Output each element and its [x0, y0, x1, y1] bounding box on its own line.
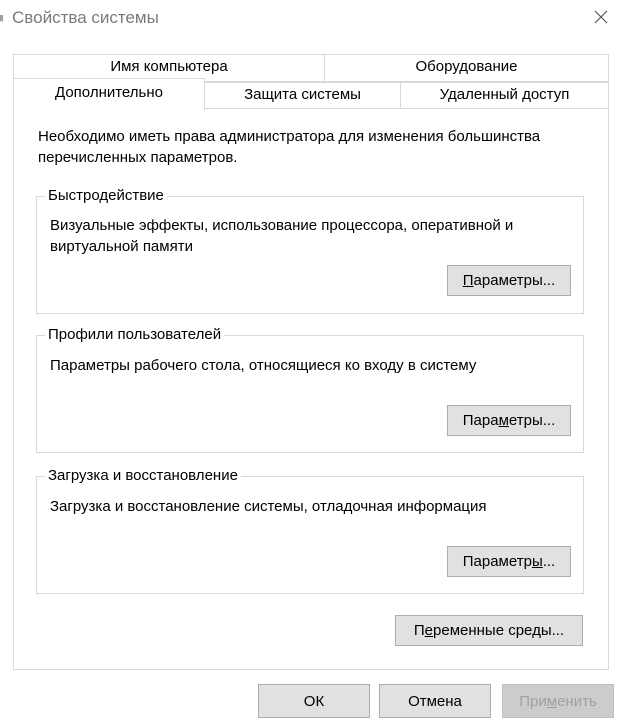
group-title: Загрузка и восстановление: [45, 466, 241, 486]
tab-label: Имя компьютера: [110, 58, 228, 75]
performance-settings-button[interactable]: Параметры...: [447, 265, 571, 296]
tab-system-protection[interactable]: Защита системы: [204, 82, 401, 109]
button-label: ОК: [303, 693, 325, 710]
access-key: П: [462, 272, 474, 289]
button-label: Отмена: [408, 693, 462, 710]
apply-button[interactable]: Применить: [502, 684, 614, 718]
tab-label: Дополнительно: [55, 84, 163, 101]
close-button[interactable]: [588, 4, 614, 30]
access-key: е: [424, 622, 434, 639]
button-label: Параметр: [462, 553, 532, 570]
title-bar: ■ Свойства системы: [0, 0, 620, 36]
user-profiles-settings-button[interactable]: Параметры...: [447, 405, 571, 436]
performance-group: Быстродействие Визуальные эффекты, испол…: [36, 186, 584, 314]
button-label: ременные среды...: [433, 622, 565, 639]
button-label: П: [413, 622, 425, 639]
group-description: Визуальные эффекты, использование процес…: [50, 217, 514, 255]
access-key: м: [546, 693, 558, 710]
button-label: При: [519, 693, 547, 710]
tab-hardware[interactable]: Оборудование: [324, 54, 609, 82]
close-icon: [594, 10, 608, 24]
button-label: енить: [557, 693, 597, 710]
ok-button[interactable]: ОК: [258, 684, 370, 718]
startup-recovery-settings-button[interactable]: Параметры...: [447, 546, 571, 577]
cancel-button[interactable]: Отмена: [379, 684, 491, 718]
tab-label: Оборудование: [415, 58, 518, 75]
group-description: Параметры рабочего стола, относящиеся ко…: [50, 357, 477, 374]
button-label: ...: [542, 553, 556, 570]
group-title: Быстродействие: [45, 186, 167, 206]
startup-recovery-group: Загрузка и восстановление Загрузка и вос…: [36, 466, 584, 594]
tab-remote-access[interactable]: Удаленный доступ: [400, 82, 609, 109]
group-description: Загрузка и восстановление системы, отлад…: [50, 498, 487, 515]
user-profiles-group: Профили пользователей Параметры рабочего…: [36, 325, 584, 453]
button-label: араметры...: [473, 272, 556, 289]
environment-variables-button[interactable]: Переменные среды...: [395, 615, 583, 646]
window-title: Свойства системы: [12, 8, 159, 27]
tab-label: Защита системы: [244, 86, 361, 103]
app-icon: ■: [0, 11, 4, 24]
access-key: ы: [531, 553, 543, 570]
tab-advanced[interactable]: Дополнительно: [13, 78, 205, 110]
admin-notice: Необходимо иметь права администратора дл…: [38, 128, 541, 166]
button-label: етры...: [508, 412, 556, 429]
group-title: Профили пользователей: [45, 325, 225, 345]
button-label: Пара: [462, 412, 499, 429]
access-key: м: [498, 412, 509, 429]
tab-label: Удаленный доступ: [439, 86, 570, 103]
